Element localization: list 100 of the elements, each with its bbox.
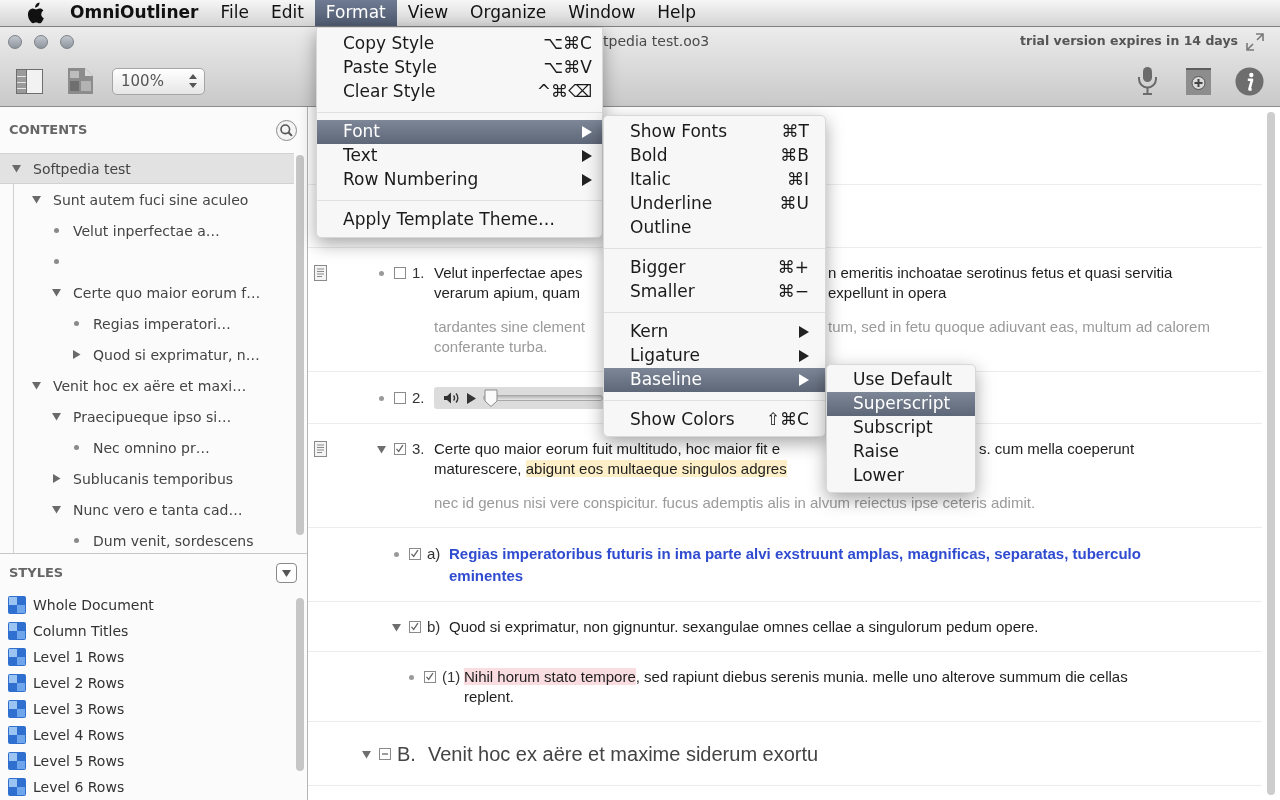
style-item[interactable]: Level 1 Rows <box>0 644 125 670</box>
outline-row[interactable]: b) Quod si exprimatur, non gignuntur. sexangulae omnes cellae a singulorum pedum opere. <box>308 602 1262 652</box>
menubar-item[interactable]: Format <box>314 0 397 26</box>
speaker-icon[interactable] <box>444 392 461 404</box>
stepper-arrows-icon[interactable] <box>189 74 197 89</box>
scrollbar[interactable] <box>1267 112 1275 795</box>
disclosure-triangle-icon[interactable] <box>391 622 401 632</box>
disclosure-triangle-icon[interactable] <box>71 350 81 359</box>
checkbox[interactable] <box>379 748 391 760</box>
menu-item[interactable]: Bold ⌘B <box>604 144 825 168</box>
disclosure-triangle-icon[interactable] <box>376 444 386 454</box>
tree-item[interactable]: Softpedia test <box>0 153 294 184</box>
tree-item[interactable]: Quod si exprimatur, n… <box>70 339 260 370</box>
menubar-item[interactable]: Help <box>646 0 708 26</box>
menubar-item[interactable]: Edit <box>259 0 315 26</box>
disclosure-triangle-icon[interactable] <box>51 412 61 421</box>
plus-box-icon[interactable] <box>1186 67 1211 95</box>
tree-item[interactable]: Nunc vero e tanta cad… <box>50 494 243 525</box>
tree-item[interactable]: Sublucanis temporibus <box>50 463 234 494</box>
tree-item[interactable]: Regias imperatori… <box>70 308 231 339</box>
maximize-button[interactable] <box>60 34 74 49</box>
menu-item[interactable]: Bigger ⌘+ <box>604 256 825 280</box>
row-number: (1) <box>442 666 461 687</box>
note-icon[interactable] <box>314 265 327 281</box>
menubar-item[interactable]: View <box>396 0 460 26</box>
menu-item[interactable]: Clear Style ^⌘⌫ <box>317 80 602 104</box>
menubar-item[interactable]: File <box>209 0 260 26</box>
checkbox[interactable] <box>394 443 406 455</box>
menu-item[interactable]: Subscript <box>827 416 975 440</box>
tree-item[interactable]: Velut inperfectae a… <box>50 215 220 246</box>
disclosure-triangle-icon[interactable] <box>31 195 41 204</box>
outline-row[interactable]: B. Venit hoc ex aëre et maxime siderum exortu <box>308 722 1262 786</box>
menu-item[interactable]: Italic ⌘I <box>604 168 825 192</box>
menu-item[interactable]: Row Numbering <box>317 168 602 192</box>
style-item[interactable]: Column Titles <box>0 618 129 644</box>
play-icon[interactable] <box>467 392 476 404</box>
document-icon[interactable] <box>68 68 93 95</box>
styles-menu-button[interactable] <box>276 563 297 583</box>
shortcut-label: ⇧⌘C <box>765 408 809 432</box>
bullet-icon <box>408 674 414 680</box>
fullscreen-icon[interactable] <box>1246 32 1264 51</box>
menu-item[interactable]: Use Default <box>827 368 975 392</box>
tree-item[interactable]: Dum venit, sordescens <box>70 525 254 553</box>
disclosure-triangle-icon[interactable] <box>51 288 61 297</box>
disclosure-triangle-icon[interactable] <box>31 381 41 390</box>
menu-item[interactable]: Smaller ⌘− <box>604 280 825 304</box>
menu-item[interactable]: Raise <box>827 440 975 464</box>
menubar-item[interactable]: Window <box>557 0 647 26</box>
checkbox[interactable] <box>424 671 436 683</box>
minimize-button[interactable] <box>34 34 48 49</box>
apple-icon[interactable] <box>25 1 45 25</box>
disclosure-triangle-icon[interactable] <box>361 749 371 759</box>
style-item[interactable]: Whole Document <box>0 592 154 618</box>
tree-item[interactable]: Venit hoc ex aëre et maxi… <box>30 370 247 401</box>
row-number: 3. <box>412 438 425 459</box>
style-item[interactable]: Level 6 Rows <box>0 774 125 800</box>
disclosure-triangle-icon[interactable] <box>11 164 21 173</box>
menu-item[interactable]: Copy Style ⌥⌘C <box>317 32 602 56</box>
menu-item[interactable]: Font <box>317 120 602 144</box>
menu-item[interactable]: Underline ⌘U <box>604 192 825 216</box>
shortcut-label: ⌘+ <box>777 256 809 280</box>
note-icon[interactable] <box>314 441 327 457</box>
checkbox[interactable] <box>409 548 421 560</box>
scrollbar[interactable] <box>296 598 304 771</box>
menu-item[interactable]: Baseline <box>604 368 825 392</box>
checkbox[interactable] <box>394 267 406 279</box>
menu-item[interactable]: Show Colors ⇧⌘C <box>604 408 825 432</box>
disclosure-triangle-icon[interactable] <box>51 505 61 514</box>
menu-item[interactable]: Superscript <box>827 392 975 416</box>
sidebar-icon[interactable] <box>16 68 43 94</box>
menu-item[interactable]: Ligature <box>604 344 825 368</box>
menubar-item[interactable]: Organize <box>459 0 558 26</box>
style-item[interactable]: Level 4 Rows <box>0 722 125 748</box>
search-icon[interactable] <box>276 119 297 141</box>
zoom-stepper[interactable]: 100% <box>112 67 205 95</box>
close-button[interactable] <box>8 34 22 49</box>
outline-row[interactable]: a) Regias imperatoribus futuris in ima parte alvi exstruunt amplas, magnificas, separatas, tuberculo eminentes <box>308 528 1262 602</box>
disclosure-triangle-icon[interactable] <box>51 474 61 483</box>
tree-item[interactable]: Praecipueque ipso si… <box>50 401 232 432</box>
checkbox[interactable] <box>394 392 406 404</box>
menu-item[interactable]: Apply Template Theme… <box>317 208 602 232</box>
menu-item[interactable]: Lower <box>827 464 975 488</box>
menu-item[interactable]: Outline <box>604 216 825 240</box>
menu-item[interactable]: Text <box>317 144 602 168</box>
tree-item[interactable]: Certe quo maior eorum f… <box>50 277 261 308</box>
tree-item[interactable]: Sunt autem fuci sine aculeo <box>30 184 249 215</box>
style-item[interactable]: Level 2 Rows <box>0 670 125 696</box>
checkbox[interactable] <box>409 621 421 633</box>
style-item[interactable]: Level 5 Rows <box>0 748 125 774</box>
style-item[interactable]: Level 3 Rows <box>0 696 125 722</box>
menu-item[interactable]: Paste Style ⌥⌘V <box>317 56 602 80</box>
info-icon[interactable] <box>1235 66 1264 96</box>
slider-thumb[interactable] <box>484 389 498 407</box>
scrollbar[interactable] <box>296 155 304 535</box>
outline-row[interactable]: (1) Nihil horum stato tempore, sed rapiunt diebus serenis munia. melle uno alterove summum die cellas replent. <box>308 652 1262 722</box>
menu-item[interactable]: Show Fonts ⌘T <box>604 120 825 144</box>
app-menu[interactable]: OmniOutliner <box>59 0 210 26</box>
tree-item[interactable]: Nec omnino pr… <box>70 432 210 463</box>
microphone-icon[interactable] <box>1137 67 1158 96</box>
menu-item[interactable]: Kern <box>604 320 825 344</box>
